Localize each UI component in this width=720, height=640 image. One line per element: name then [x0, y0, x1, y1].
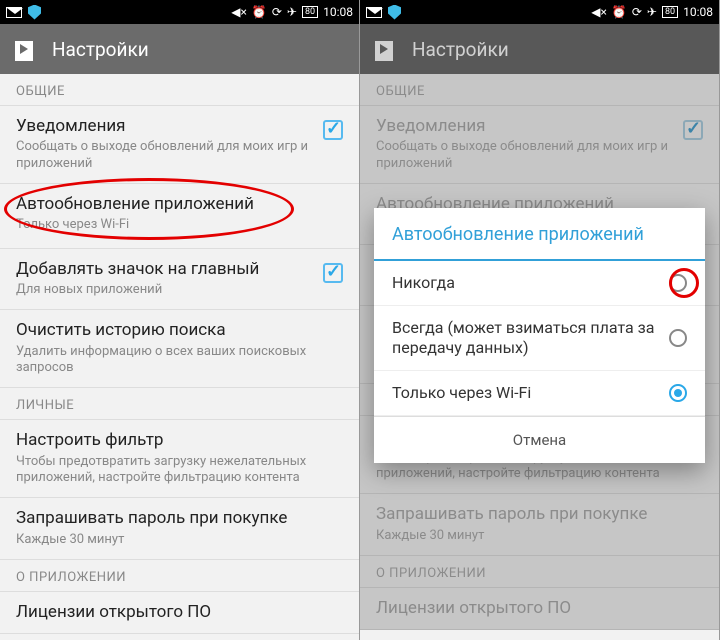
row-sub: Каждые 30 минут — [16, 532, 343, 549]
dialog-title: Автообновление приложений — [374, 208, 705, 261]
phone-left: ◀× ⏰ ⟳ ✈ 80 10:08 Настройки ОБЩИЕ Уведом… — [0, 0, 360, 640]
mail-icon — [6, 7, 22, 18]
row-licenses[interactable]: Лицензии открытого ПО — [0, 592, 359, 634]
status-time: 10:08 — [683, 5, 713, 19]
row-filter[interactable]: Настроить фильтр Чтобы предотвратить заг… — [0, 420, 359, 498]
airplane-icon: ✈ — [647, 5, 657, 19]
row-password: Запрашивать пароль при покупке Каждые 30… — [360, 494, 719, 555]
checkbox-notifications[interactable] — [323, 120, 343, 140]
row-notifications[interactable]: Уведомления Сообщать о выходе обновлений… — [0, 106, 359, 184]
row-title: Добавлять значок на главный — [16, 259, 313, 280]
row-sub: Сообщать о выходе обновлений для моих иг… — [16, 139, 313, 173]
row-notifications: Уведомления Сообщать о выходе обновлений… — [360, 106, 719, 184]
section-personal: ЛИЧНЫЕ — [0, 388, 359, 420]
settings-list: ОБЩИЕ Уведомления Сообщать о выходе обно… — [0, 74, 359, 634]
alarm-icon: ⏰ — [612, 5, 627, 19]
alarm-icon: ⏰ — [252, 5, 267, 19]
option-never[interactable]: Никогда — [374, 261, 705, 306]
radio-never[interactable] — [669, 274, 687, 292]
sync-icon: ⟳ — [632, 5, 642, 19]
shield-icon — [388, 5, 401, 20]
section-general: ОБЩИЕ — [0, 74, 359, 106]
option-label: Всегда (может взиматься плата за передач… — [392, 318, 657, 358]
row-sub: Для новых приложений — [16, 282, 313, 299]
option-wifi[interactable]: Только через Wi-Fi — [374, 371, 705, 416]
radio-always[interactable] — [669, 329, 687, 347]
radio-wifi[interactable] — [669, 384, 687, 402]
play-store-icon[interactable] — [372, 37, 396, 61]
dialog-cancel[interactable]: Отмена — [374, 416, 705, 463]
row-sub: Только через Wi-Fi — [16, 217, 343, 234]
row-title: Настроить фильтр — [16, 430, 343, 451]
mail-icon — [366, 7, 382, 18]
row-autoupdate[interactable]: Автообновление приложений Только через W… — [0, 184, 359, 249]
row-clearhistory[interactable]: Очистить историю поиска Удалить информац… — [0, 310, 359, 388]
checkbox-addicon[interactable] — [323, 263, 343, 283]
sync-icon: ⟳ — [272, 5, 282, 19]
row-title: Автообновление приложений — [16, 194, 343, 215]
row-title: Уведомления — [16, 116, 313, 137]
row-licenses: Лицензии открытого ПО — [360, 588, 719, 630]
play-store-icon[interactable] — [12, 37, 36, 61]
status-bar: ◀× ⏰ ⟳ ✈ 80 10:08 — [360, 0, 719, 24]
action-bar: Настройки — [360, 24, 719, 74]
checkbox-notifications — [683, 120, 703, 140]
page-title: Настройки — [412, 38, 509, 61]
option-label: Никогда — [392, 273, 657, 293]
autoupdate-dialog: Автообновление приложений Никогда Всегда… — [374, 208, 705, 463]
row-title: Запрашивать пароль при покупке — [16, 508, 343, 529]
page-title: Настройки — [52, 38, 149, 61]
section-about: О ПРИЛОЖЕНИИ — [360, 556, 719, 588]
row-sub: Чтобы предотвратить загрузку нежелательн… — [16, 454, 343, 488]
mute-icon: ◀× — [231, 5, 247, 19]
section-general: ОБЩИЕ — [360, 74, 719, 106]
status-time: 10:08 — [323, 5, 353, 19]
row-password[interactable]: Запрашивать пароль при покупке Каждые 30… — [0, 498, 359, 559]
battery-icon: 80 — [302, 6, 318, 18]
row-title: Лицензии открытого ПО — [16, 602, 343, 623]
battery-icon: 80 — [662, 6, 678, 18]
row-sub: Удалить информацию о всех ваших поисковы… — [16, 344, 343, 378]
phone-right: ◀× ⏰ ⟳ ✈ 80 10:08 Настройки ОБЩИЕ Уведом… — [360, 0, 720, 640]
shield-icon — [28, 5, 41, 20]
section-about: О ПРИЛОЖЕНИИ — [0, 560, 359, 592]
airplane-icon: ✈ — [287, 5, 297, 19]
row-title: Очистить историю поиска — [16, 320, 343, 341]
option-label: Только через Wi-Fi — [392, 383, 657, 403]
mute-icon: ◀× — [591, 5, 607, 19]
status-bar: ◀× ⏰ ⟳ ✈ 80 10:08 — [0, 0, 359, 24]
row-addicon[interactable]: Добавлять значок на главный Для новых пр… — [0, 249, 359, 310]
option-always[interactable]: Всегда (может взиматься плата за передач… — [374, 306, 705, 371]
action-bar: Настройки — [0, 24, 359, 74]
